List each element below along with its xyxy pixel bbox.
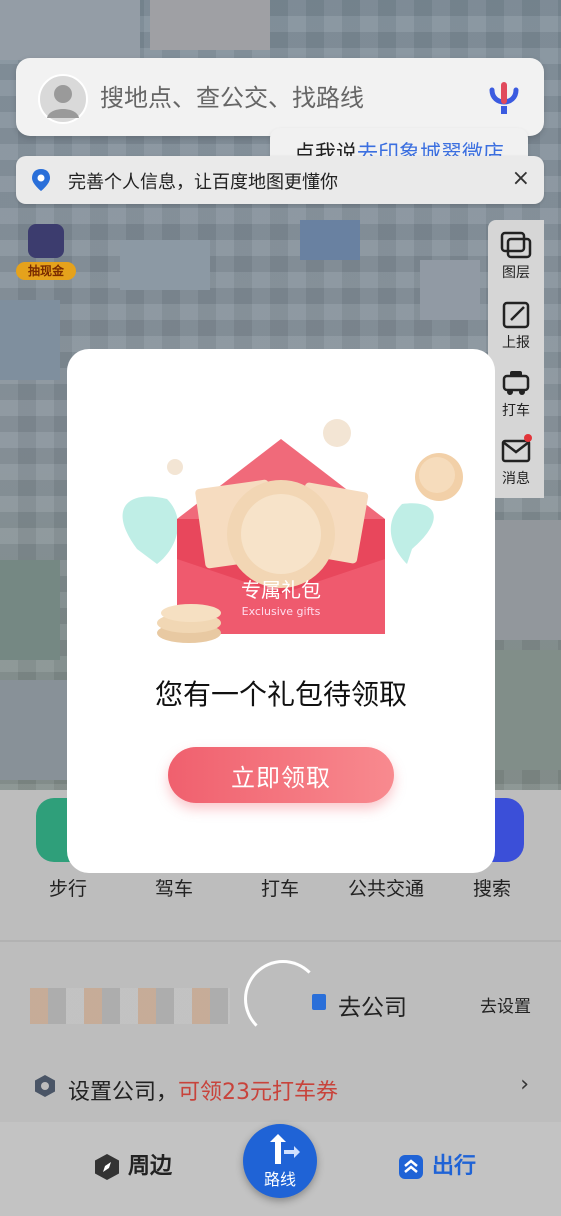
- tool-layers[interactable]: 图层: [488, 224, 544, 292]
- report-edit-icon: [502, 301, 530, 329]
- search-bar[interactable]: [16, 58, 544, 136]
- cash-lottery-label: 抽现金: [16, 262, 76, 280]
- tool-taxi[interactable]: 打车: [488, 362, 544, 430]
- tab-nearby-label: 周边: [128, 1154, 173, 1179]
- route-button-label: 路线: [263, 1170, 296, 1189]
- compass-icon: [95, 1154, 119, 1180]
- voice-assistant-icon[interactable]: [482, 76, 526, 120]
- quick-action-drive-label: 驾车: [154, 878, 193, 900]
- quick-action-transit-label: 公共交通: [347, 878, 424, 900]
- travel-icon: [399, 1155, 423, 1179]
- set-company-text: 设置公司，可领23元打车券: [68, 1074, 338, 1106]
- layers-icon: [500, 231, 532, 259]
- envelope-title: 专属礼包: [241, 578, 321, 602]
- tool-report[interactable]: 上报: [488, 294, 544, 362]
- tool-message-label: 消息: [502, 471, 530, 487]
- commute-row[interactable]: 去公司 去设置: [0, 960, 561, 1044]
- profile-notice-text: 完善个人信息，让百度地图更懂你: [68, 172, 338, 193]
- tab-nearby[interactable]: 周边: [92, 1148, 172, 1182]
- taxi-icon: [502, 371, 530, 395]
- setup-link[interactable]: 去设置: [480, 992, 531, 1017]
- set-company-label: 设置公司，: [68, 1080, 179, 1105]
- tool-layers-label: 图层: [502, 265, 530, 281]
- gift-envelope-illustration: 专属礼包 Exclusive gifts: [122, 419, 463, 643]
- tab-travel-label: 出行: [432, 1154, 477, 1179]
- avatar[interactable]: [38, 74, 88, 124]
- gift-modal: 专属礼包 Exclusive gifts 您有一个礼包待领取 立即领取: [67, 349, 495, 873]
- tool-report-label: 上报: [502, 335, 530, 351]
- tab-travel[interactable]: 出行: [396, 1148, 476, 1182]
- cash-lottery-badge[interactable]: 抽现金: [14, 220, 78, 284]
- unread-dot: [524, 434, 532, 442]
- robot-mascot-icon: [28, 224, 64, 258]
- set-company-row[interactable]: 设置公司，可领23元打车券 ›: [0, 1060, 561, 1116]
- route-button[interactable]: 路线: [243, 1124, 317, 1198]
- chevron-right-icon: ›: [520, 1072, 529, 1097]
- tool-taxi-label: 打车: [502, 403, 530, 419]
- quick-action-walk-label: 步行: [48, 878, 87, 900]
- quick-action-taxi-label: 打车: [260, 878, 299, 900]
- claim-gift-button[interactable]: 立即领取: [168, 747, 394, 803]
- envelope-subtitle: Exclusive gifts: [242, 605, 321, 618]
- map-tools-panel: 图层 上报 打车 消息: [488, 220, 544, 498]
- hexagon-icon: [35, 1075, 55, 1097]
- divider: [0, 940, 561, 942]
- profile-notice-bar[interactable]: 完善个人信息，让百度地图更懂你 ×: [16, 156, 544, 204]
- tool-message[interactable]: 消息: [488, 430, 544, 498]
- location-pin-icon: [32, 169, 50, 191]
- search-input[interactable]: [98, 80, 432, 116]
- quick-action-search-label: 搜索: [472, 878, 511, 900]
- user-avatar-icon: [47, 85, 79, 118]
- blurred-address: [30, 988, 230, 1024]
- go-to-company-label: 去公司: [338, 995, 407, 1021]
- route-arrow-icon: [270, 1134, 300, 1164]
- loading-spinner: [244, 960, 322, 1038]
- close-icon[interactable]: ×: [512, 166, 530, 191]
- gift-modal-title: 您有一个礼包待领取: [154, 678, 407, 711]
- taxi-coupon-promo: 可领23元打车券: [178, 1080, 339, 1105]
- briefcase-icon: [312, 994, 326, 1010]
